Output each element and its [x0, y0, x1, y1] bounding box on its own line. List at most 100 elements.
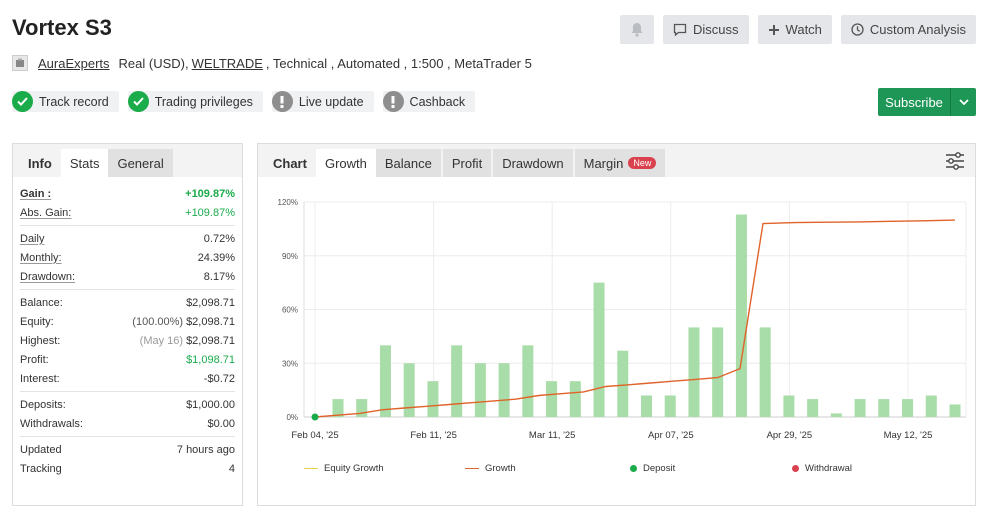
- bar: [735, 214, 747, 417]
- legend-withdrawal[interactable]: Withdrawal: [792, 463, 852, 474]
- subscribe-button[interactable]: Subscribe: [878, 88, 976, 116]
- discuss-label: Discuss: [693, 22, 739, 37]
- badge-cashback[interactable]: Cashback: [382, 91, 476, 112]
- bar: [617, 350, 629, 417]
- custom-analysis-button[interactable]: Custom Analysis: [840, 15, 976, 44]
- x-tick-label: Apr 29, '25: [767, 430, 813, 441]
- author-link[interactable]: AuraExperts: [38, 56, 110, 71]
- tab-drawdown[interactable]: Drawdown: [493, 149, 573, 177]
- bar: [593, 282, 605, 417]
- badge-label: Cashback: [409, 94, 466, 109]
- stat-label[interactable]: Gain :: [20, 188, 51, 200]
- stat-interest: Interest: -$0.72: [20, 369, 235, 388]
- y-tick-label: 0%: [286, 413, 298, 422]
- x-tick-label: Feb 11, '25: [410, 430, 457, 441]
- plus-icon: [768, 24, 779, 35]
- badge-label: Track record: [39, 94, 109, 109]
- bar: [783, 395, 795, 417]
- legend-label: Withdrawal: [805, 463, 852, 474]
- account-type: Real (USD),: [118, 55, 189, 71]
- stat-tracking: Tracking 4: [20, 459, 235, 478]
- legend-label: Deposit: [643, 463, 676, 474]
- stat-value: +109.87%: [185, 187, 235, 200]
- chart-tabs: Chart Growth Balance Profit Drawdown Mar…: [258, 144, 975, 177]
- badge-track-record[interactable]: Track record: [12, 91, 119, 112]
- growth-chart: 0% 30% 60% 90% 120% Feb 04, '25 Feb 11, '25 Mar…: [278, 198, 967, 441]
- author-avatar-icon: [16, 58, 24, 67]
- x-tick-label: Apr 07, '25: [648, 430, 694, 441]
- bar: [807, 399, 819, 417]
- stat-deposits: Deposits: $1,000.00: [20, 395, 235, 414]
- stat-label[interactable]: Drawdown:: [20, 271, 75, 283]
- legend-equity-growth[interactable]: Equity Growth: [304, 463, 465, 474]
- stat-value: $1,098.71: [186, 353, 235, 366]
- stat-monthly: Monthly: 24.39%: [20, 248, 235, 267]
- stat-value: -$0.72: [203, 372, 235, 385]
- stat-updated: Updated 7 hours ago: [20, 440, 235, 459]
- deposit-marker: [311, 413, 319, 421]
- discuss-button[interactable]: Discuss: [663, 15, 749, 44]
- stat-label: Profit:: [20, 353, 49, 366]
- badge-trading-privileges[interactable]: Trading privileges: [127, 91, 263, 112]
- bar: [878, 399, 890, 417]
- bar: [664, 395, 676, 417]
- legend-growth[interactable]: Growth: [465, 463, 630, 474]
- chevron-down-icon[interactable]: [950, 88, 976, 116]
- x-tick-label: Feb 04, '25: [291, 430, 338, 441]
- stat-label[interactable]: Abs. Gain:: [20, 207, 71, 219]
- stat-drawdown: Drawdown: 8.17%: [20, 267, 235, 286]
- verification-badges: Track record Trading privileges Live upd…: [12, 91, 476, 112]
- bar: [498, 363, 510, 417]
- stat-value: $1,000.00: [186, 398, 235, 411]
- bar: [712, 327, 724, 417]
- stats-list: Gain : +109.87% Abs. Gain: +109.87% Daily 0…: [13, 177, 242, 481]
- bar: [427, 381, 439, 417]
- stat-highest: Highest: (May 16) $2,098.71: [20, 331, 235, 350]
- legend-swatch: [792, 465, 799, 472]
- stat-value: 0.72%: [203, 232, 235, 245]
- tab-balance[interactable]: Balance: [375, 149, 441, 177]
- filter-settings-icon[interactable]: [945, 152, 965, 173]
- broker-link[interactable]: WELTRADE: [192, 56, 263, 71]
- bell-icon: [631, 23, 643, 37]
- stat-gain: Gain : +109.87%: [20, 184, 235, 203]
- tab-chart[interactable]: Chart: [264, 149, 316, 177]
- tab-stats[interactable]: Stats: [60, 149, 109, 177]
- subscribe-label: Subscribe: [885, 94, 943, 110]
- tab-growth[interactable]: Growth: [315, 149, 376, 177]
- stat-label: Updated: [20, 443, 62, 456]
- system-info-line: AuraExperts Real (USD), WELTRADE , Techn…: [12, 55, 532, 71]
- stat-value: $2,098.71: [186, 296, 235, 309]
- y-tick-label: 120%: [278, 198, 298, 207]
- system-details: , Technical , Automated , 1:500 , MetaTr…: [265, 55, 532, 71]
- stat-label: Interest:: [20, 372, 60, 385]
- bar: [688, 327, 700, 417]
- legend-swatch: [304, 467, 318, 470]
- bar: [949, 404, 961, 417]
- tab-profit[interactable]: Profit: [442, 149, 492, 177]
- tab-info[interactable]: Info: [19, 149, 61, 177]
- chat-icon: [673, 23, 687, 36]
- notify-button[interactable]: [620, 15, 655, 44]
- custom-analysis-label: Custom Analysis: [869, 22, 966, 37]
- legend-deposit[interactable]: Deposit: [630, 463, 792, 474]
- bar: [356, 399, 368, 417]
- stat-label[interactable]: Monthly:: [20, 252, 62, 264]
- badge-label: Trading privileges: [154, 94, 253, 109]
- watch-button[interactable]: Watch: [757, 15, 832, 44]
- stat-value: 4: [228, 462, 235, 475]
- stat-value: $0.00: [207, 417, 235, 430]
- y-tick-label: 90%: [282, 252, 298, 261]
- tab-margin[interactable]: Margin New: [574, 149, 666, 177]
- bar: [451, 345, 463, 417]
- badge-live-update[interactable]: Live update: [271, 91, 374, 112]
- stat-value: 24.39%: [197, 251, 235, 264]
- tab-margin-label: Margin: [583, 155, 624, 171]
- bar: [379, 345, 391, 417]
- stat-abs-gain: Abs. Gain: +109.87%: [20, 203, 235, 222]
- tab-general[interactable]: General: [108, 149, 173, 177]
- stat-equity: Equity: (100.00%) $2,098.71: [20, 312, 235, 331]
- bar: [759, 327, 771, 417]
- stat-label[interactable]: Daily: [20, 233, 44, 245]
- legend-label: Equity Growth: [324, 463, 384, 474]
